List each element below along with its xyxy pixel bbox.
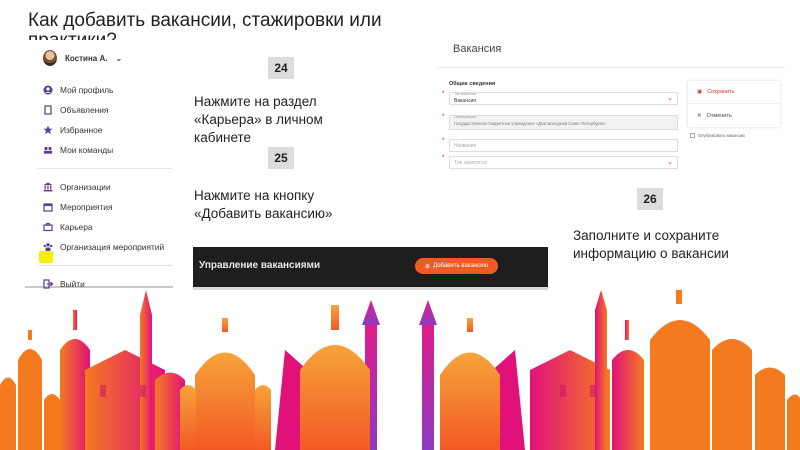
star-icon [43, 125, 53, 135]
vacancy-type-select[interactable]: Тип вакансии Вакансия ⌄ [449, 92, 678, 105]
sidebar-item-label: Мои команды [60, 145, 114, 155]
sidebar-item-label: Карьера [60, 222, 93, 232]
team-icon [43, 145, 53, 155]
sidebar-item-label: Выйти [60, 279, 85, 289]
avatar [43, 50, 57, 66]
save-button[interactable]: ▣ Сохранить [688, 81, 780, 104]
add-vacancy-button[interactable]: ⊕ Добавить вакансию [415, 258, 498, 274]
add-vacancy-label: Добавить вакансию [433, 263, 488, 269]
sidebar-item-label: Организации [60, 182, 111, 192]
vacancy-name-input[interactable]: Название [449, 139, 678, 152]
sidebar-nav: Мой профиль Объявления Избранное Мои ком… [25, 80, 173, 294]
step-number-badge: 25 [268, 147, 294, 169]
plus-circle-icon: ⊕ [425, 263, 431, 270]
checkbox[interactable] [690, 133, 695, 138]
briefcase-icon [43, 222, 53, 232]
required-marker: * [442, 155, 445, 161]
field-value: Государственное бюджетное учреждение «До… [454, 121, 606, 126]
field-label: Организация [454, 115, 476, 119]
step-instruction: Нажмите на кнопку «Добавить вакансию» [194, 188, 333, 221]
save-label: Сохранить [707, 89, 735, 95]
sidebar-item-label: Мероприятия [60, 202, 113, 212]
document-icon [43, 105, 53, 115]
chevron-down-icon: ⌄ [115, 53, 123, 63]
people-icon [43, 242, 53, 252]
step-number-badge: 26 [637, 188, 663, 210]
step-instruction: Заполните и сохраните информацию о вакан… [573, 228, 729, 261]
cancel-button[interactable]: ✕ Отменить [688, 104, 780, 127]
sidebar-item-label: Организация мероприятий [60, 242, 165, 252]
form-actions: ▣ Сохранить ✕ Отменить [688, 81, 780, 127]
sidebar-item-label: Мой профиль [60, 85, 114, 95]
sidebar-item-label: Избранное [60, 125, 103, 135]
field-placeholder: Название [454, 143, 477, 149]
vacancy-form-screenshot: Вакансия Общие сведения * Тип вакансии В… [437, 30, 785, 190]
required-marker: * [442, 114, 445, 120]
sidebar-item-organizations[interactable]: Организации [25, 177, 173, 197]
sidebar-item-event-organization[interactable]: Организация мероприятий [25, 237, 173, 257]
right-domes [650, 290, 800, 450]
calendar-icon [43, 202, 53, 212]
organization-field[interactable]: Организация Государственное бюджетное уч… [449, 115, 678, 130]
chevron-down-icon: ⌄ [667, 159, 673, 166]
step-instruction: Нажмите на раздел «Карьера» в личном каб… [194, 94, 323, 145]
sidebar-item-announcements[interactable]: Объявления [25, 100, 173, 120]
logout-icon [43, 279, 53, 289]
cancel-label: Отменить [706, 112, 732, 119]
left-domes [0, 330, 60, 450]
building-icon [43, 182, 53, 192]
vacancy-header: Вакансия [437, 30, 785, 68]
manage-vacancies-title: Управление вакансиями [199, 260, 321, 271]
section-title: Общие сведения [449, 81, 496, 87]
required-marker: * [442, 91, 445, 97]
profile-icon [43, 85, 53, 95]
city-skyline-illustration [0, 290, 800, 450]
field-label: Тип вакансии [454, 92, 477, 96]
divider [37, 160, 173, 169]
close-icon: ✕ [697, 112, 702, 119]
sidebar-item-teams[interactable]: Мои команды [25, 140, 173, 160]
sidebar-item-label: Объявления [60, 105, 109, 115]
right-church [530, 290, 644, 450]
divider [37, 257, 173, 266]
publish-label: Опубликовать вакансию [698, 133, 746, 138]
sidebar-item-favorites[interactable]: Избранное [25, 120, 173, 140]
chevron-down-icon: ⌄ [667, 95, 673, 102]
sidebar-item-profile[interactable]: Мой профиль [25, 80, 173, 100]
employment-type-select[interactable]: Тип занятости ⌄ [449, 156, 678, 169]
center-dome [300, 305, 370, 450]
required-marker: * [442, 138, 445, 144]
publish-vacancy-checkbox[interactable]: Опубликовать вакансию [690, 133, 745, 138]
user-menu[interactable]: Костина А. ⌄ [43, 48, 122, 68]
vacancy-title: Вакансия [453, 43, 502, 55]
field-placeholder: Тип занятости [454, 160, 487, 166]
field-value: Вакансия [454, 98, 476, 104]
sidebar-screenshot: Костина А. ⌄ Мой профиль Объявления Избр… [25, 40, 173, 289]
sidebar-item-events[interactable]: Мероприятия [25, 197, 173, 217]
right-cathedral [440, 318, 500, 450]
sidebar-item-career[interactable]: Карьера [25, 217, 173, 237]
center-columns [362, 300, 437, 450]
user-name: Костина А. [65, 53, 108, 63]
left-church [60, 290, 185, 450]
step-number-badge: 24 [268, 57, 294, 79]
general-info-panel: Общие сведения * Тип вакансии Вакансия ⌄… [437, 70, 682, 190]
save-icon: ▣ [697, 89, 703, 95]
left-cathedral [180, 318, 271, 450]
